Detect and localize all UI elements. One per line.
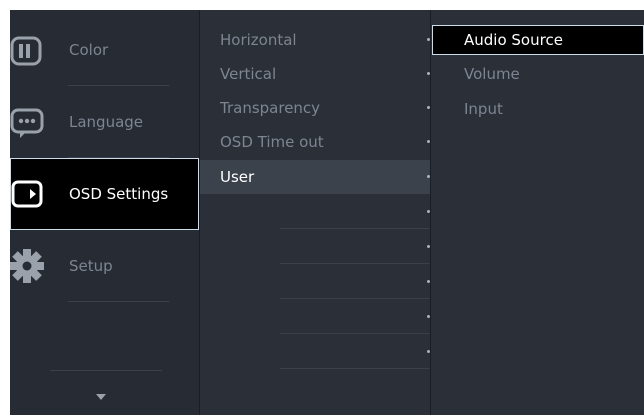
osd-settings-icon <box>11 180 43 208</box>
option-label: Audio Source <box>464 31 563 49</box>
divider <box>68 301 169 302</box>
setup-icon <box>10 249 44 283</box>
submenu-label: Horizontal <box>220 31 297 49</box>
osd-menu: Color Language OSD Settings Setup Horizo… <box>10 10 644 415</box>
main-menu-item-color[interactable]: Color <box>10 14 199 86</box>
language-icon <box>10 108 44 138</box>
submenu-item-empty[interactable] <box>200 195 430 229</box>
main-menu-label: Setup <box>69 257 113 275</box>
divider <box>280 333 430 334</box>
bullet-icon <box>427 210 430 213</box>
bullet-icon <box>427 140 430 143</box>
bullet-icon <box>427 106 430 109</box>
bullet-icon <box>427 315 430 318</box>
submenu-item-transparency[interactable]: Transparency <box>200 91 430 125</box>
main-menu-label: Language <box>69 113 144 131</box>
option-label: Input <box>464 100 503 118</box>
submenu-label: OSD Time out <box>220 133 324 151</box>
bullet-icon <box>427 175 430 178</box>
main-menu-label: Color <box>69 41 109 59</box>
option-label: Volume <box>464 65 520 83</box>
divider <box>280 228 430 229</box>
bullet-icon <box>427 350 430 353</box>
scroll-down-icon[interactable] <box>96 394 106 400</box>
option-volume[interactable]: Volume <box>432 59 644 89</box>
bullet-icon <box>427 280 430 283</box>
submenu-item-empty[interactable] <box>200 230 430 264</box>
submenu-item-empty[interactable] <box>200 265 430 299</box>
color-icon <box>10 36 42 66</box>
main-menu-item-setup[interactable]: Setup <box>10 230 199 302</box>
submenu-label: Vertical <box>220 65 277 83</box>
divider <box>50 370 162 371</box>
submenu-item-vertical[interactable]: Vertical <box>200 57 430 91</box>
main-menu-item-osd-settings[interactable]: OSD Settings <box>10 158 199 230</box>
submenu-label: User <box>220 168 255 186</box>
bullet-icon <box>427 72 430 75</box>
bullet-icon <box>427 38 430 41</box>
main-menu-item-language[interactable]: Language <box>10 86 199 158</box>
submenu-item-user[interactable]: User <box>200 160 430 194</box>
submenu-item-empty[interactable] <box>200 300 430 334</box>
divider <box>280 368 430 369</box>
option-input[interactable]: Input <box>432 94 644 124</box>
divider <box>280 263 430 264</box>
submenu-item-horizontal[interactable]: Horizontal <box>200 23 430 57</box>
submenu-label: Transparency <box>220 99 321 117</box>
bullet-icon <box>427 245 430 248</box>
submenu-item-osd-time-out[interactable]: OSD Time out <box>200 125 430 159</box>
option-audio-source[interactable]: Audio Source <box>432 25 644 55</box>
submenu-item-empty[interactable] <box>200 335 430 369</box>
main-menu-label: OSD Settings <box>69 185 169 203</box>
divider <box>280 298 430 299</box>
